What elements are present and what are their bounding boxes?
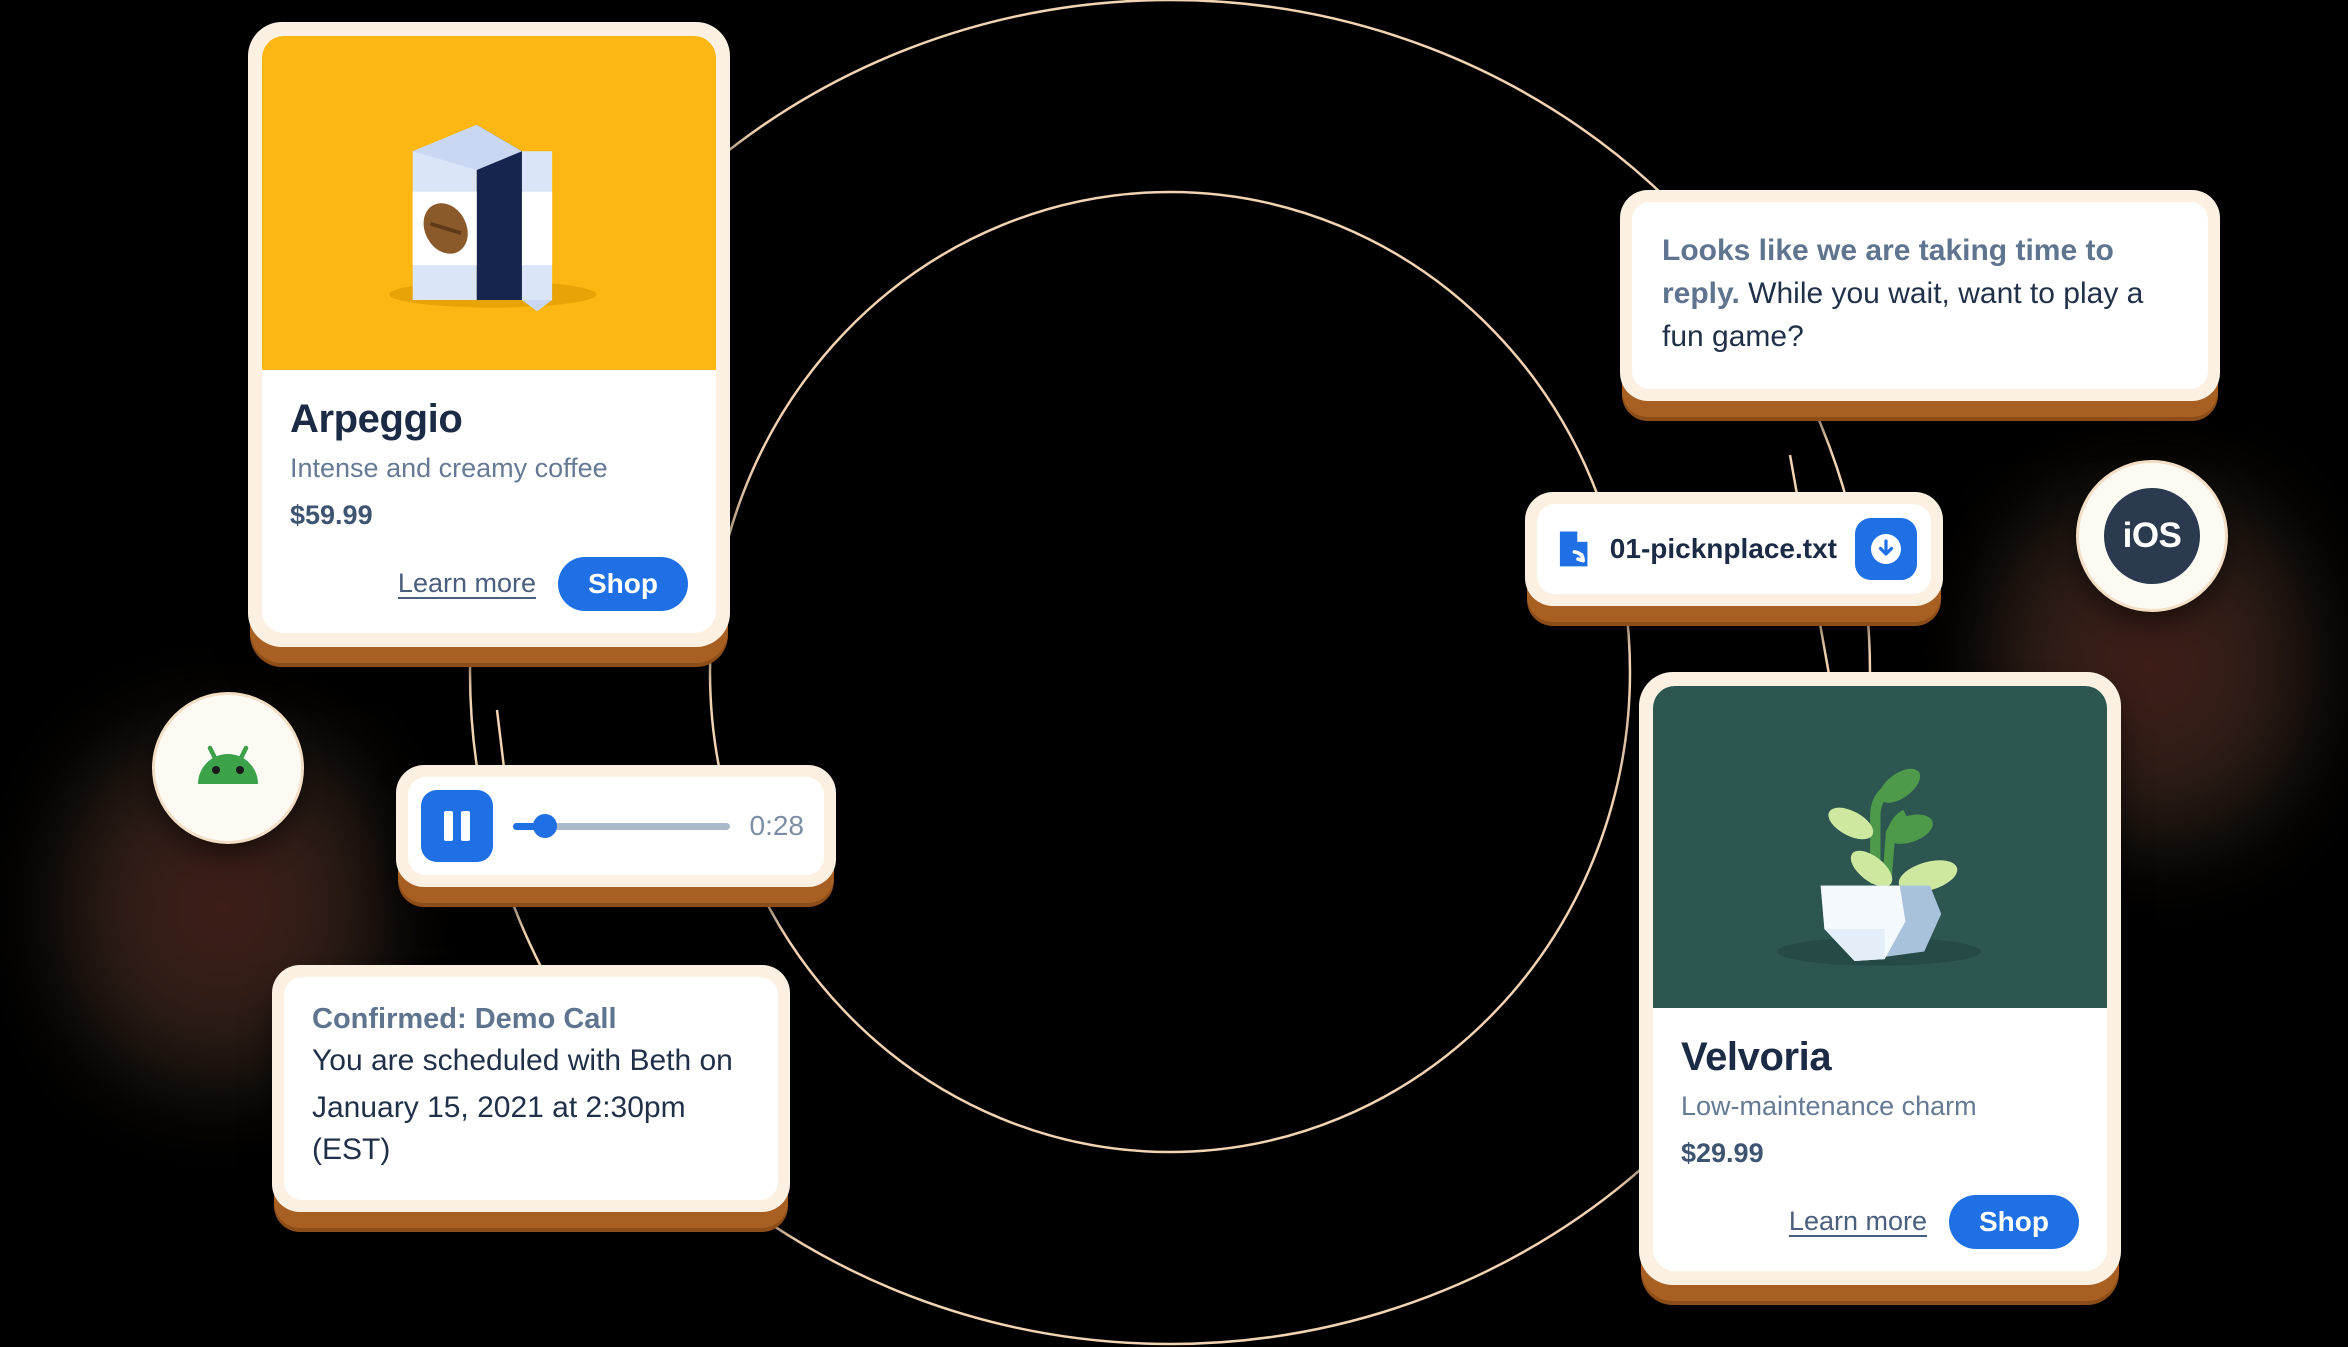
confirmation-line-1: You are scheduled with Beth on: [312, 1044, 733, 1077]
canvas-root: Arpeggio Intense and creamy coffee $59.9…: [0, 0, 2348, 1347]
audio-time-label: 0:28: [749, 810, 805, 841]
file-chip-row: 01-picknplace.txt: [1537, 504, 1931, 594]
chat-bubble-inner: Looks like we are taking time to reply. …: [1632, 202, 2208, 389]
product-card-inner: Arpeggio Intense and creamy coffee $59.9…: [262, 36, 716, 633]
product-subtitle: Intense and creamy coffee: [290, 453, 608, 483]
file-chip-inner: 01-picknplace.txt: [1537, 504, 1931, 594]
ios-label: iOS: [2104, 488, 2200, 584]
file-attachment-icon: [1559, 531, 1588, 567]
product-actions: Learn more Shop: [290, 556, 688, 611]
file-attachment-chip[interactable]: 01-picknplace.txt: [1525, 492, 1943, 606]
velvoria-hero: [1653, 686, 2107, 1008]
pause-icon: [461, 811, 470, 841]
pause-icon: [444, 811, 453, 841]
ios-platform-badge[interactable]: iOS: [2076, 460, 2228, 612]
download-button[interactable]: [1855, 518, 1917, 580]
audio-player-row: 0:28: [408, 777, 824, 875]
product-title: Arpeggio: [290, 397, 463, 441]
chat-bubble-game-prompt[interactable]: Looks like we are taking time to reply. …: [1620, 190, 2220, 401]
product-card-inner: Velvoria Low-maintenance charm $29.99 Le…: [1653, 686, 2107, 1271]
audio-progress-slider[interactable]: [513, 814, 730, 838]
confirmation-line-2: January 15, 2021 at 2:30pm (EST): [312, 1090, 686, 1167]
audio-player-inner: 0:28: [408, 777, 824, 875]
product-subtitle: Low-maintenance charm: [1681, 1091, 1977, 1121]
audio-player[interactable]: 0:28: [396, 765, 836, 887]
download-arrow-icon: [1871, 534, 1901, 564]
shop-button[interactable]: Shop: [558, 556, 688, 611]
confirmation-card[interactable]: Confirmed: Demo Call You are scheduled w…: [272, 965, 790, 1212]
chat-bubble-text: Looks like we are taking time to reply. …: [1632, 202, 2208, 389]
inner-orbit-ring: [708, 190, 1632, 1154]
android-robot-icon: [198, 745, 258, 784]
confirmation-card-inner: Confirmed: Demo Call You are scheduled w…: [284, 977, 778, 1200]
confirmation-title: Confirmed: Demo Call: [312, 1003, 617, 1035]
file-name-label: 01-picknplace.txt: [1609, 533, 1837, 564]
arpeggio-hero: [262, 36, 716, 370]
confirmation-body: Confirmed: Demo Call You are scheduled w…: [284, 977, 778, 1200]
product-actions: Learn more Shop: [1681, 1194, 2079, 1249]
audio-slider-thumb[interactable]: [533, 814, 558, 838]
product-card-velvoria[interactable]: Velvoria Low-maintenance charm $29.99 Le…: [1639, 672, 2121, 1285]
product-card-arpeggio[interactable]: Arpeggio Intense and creamy coffee $59.9…: [248, 22, 730, 647]
learn-more-link[interactable]: Learn more: [1789, 1206, 1927, 1237]
coffee-bag-illustration: [389, 124, 597, 312]
velvoria-body: Velvoria Low-maintenance charm $29.99 Le…: [1653, 1008, 2107, 1271]
product-title: Velvoria: [1681, 1035, 1832, 1079]
shop-button[interactable]: Shop: [1949, 1194, 2079, 1249]
product-price: $59.99: [290, 499, 373, 530]
learn-more-link[interactable]: Learn more: [398, 568, 536, 599]
product-price: $29.99: [1681, 1137, 1764, 1168]
pause-button[interactable]: [421, 790, 493, 862]
arpeggio-body: Arpeggio Intense and creamy coffee $59.9…: [262, 370, 716, 633]
android-platform-badge[interactable]: [152, 692, 304, 844]
potted-plant-illustration: [1777, 768, 1981, 966]
